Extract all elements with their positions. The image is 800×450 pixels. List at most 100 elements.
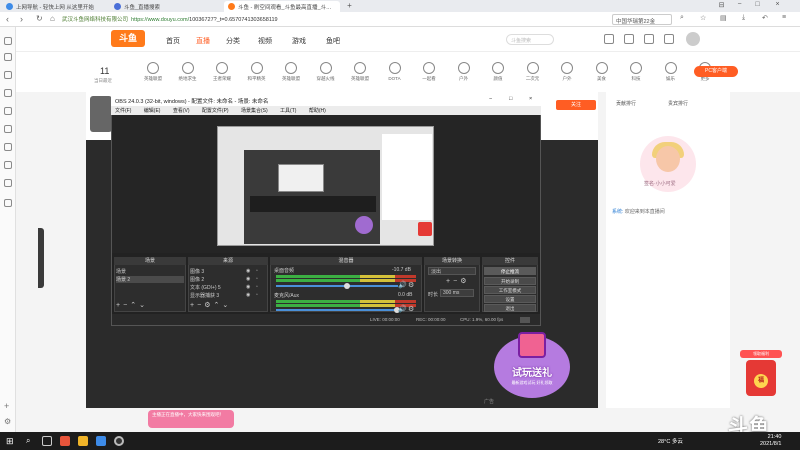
volume-slider-handle[interactable] <box>344 283 350 289</box>
volume-slider[interactable] <box>276 309 398 311</box>
maximize-button[interactable]: □ <box>509 96 512 102</box>
folder-icon[interactable] <box>78 436 88 446</box>
category-item[interactable]: 户外 <box>447 62 481 82</box>
douyu-search-input[interactable]: 斗鱼搜索 <box>506 34 554 45</box>
nav-home[interactable]: 首页 <box>166 36 180 46</box>
source-item[interactable]: 图像 2 ◉ ▫ <box>190 276 266 283</box>
bell-icon[interactable] <box>644 34 654 44</box>
follow-button[interactable]: 关注 <box>556 100 596 110</box>
category-item[interactable]: 娱乐 <box>654 62 688 82</box>
browser-icon[interactable] <box>96 436 106 446</box>
tab-contribution-rank[interactable]: 贡献排行 <box>616 100 636 107</box>
mail-icon[interactable] <box>4 143 12 151</box>
notice-bubble[interactable]: 主播正在直播中，大家快来围观吧！ <box>148 410 234 428</box>
gear-icon[interactable]: ⚙ <box>460 278 469 285</box>
home-icon[interactable]: ⌂ <box>50 14 55 23</box>
refresh-icon[interactable]: ↻ <box>36 14 43 23</box>
menu-help[interactable]: 帮助(H) <box>309 108 326 114</box>
browser-tab-active[interactable]: 斗鱼 - 刷空间观看_斗鱼最高直播_斗… <box>224 1 340 12</box>
note-icon[interactable] <box>4 199 12 207</box>
trial-gift-banner[interactable]: 试玩送礼 最新游戏试玩 好礼领取 <box>488 330 576 402</box>
new-tab-button[interactable]: + <box>344 1 355 10</box>
search-icon[interactable]: ⌕ <box>26 436 36 446</box>
upload-icon[interactable] <box>664 34 674 44</box>
menu-icon[interactable]: ≡ <box>782 14 786 21</box>
visibility-eye-icon[interactable]: ◉ <box>246 276 250 282</box>
scene-item-selected[interactable]: 场景 2 <box>116 276 184 283</box>
visibility-eye-icon[interactable]: ◉ <box>246 292 250 298</box>
undo-icon[interactable]: ↶ <box>762 14 768 22</box>
move-down-icon[interactable]: ⌄ <box>222 302 231 309</box>
visibility-eye-icon[interactable]: ◉ <box>246 284 250 290</box>
cart-icon[interactable] <box>4 107 12 115</box>
add-icon[interactable]: + <box>4 401 9 411</box>
duration-input[interactable]: 300 ms <box>440 289 474 297</box>
category-item[interactable]: DOTA <box>378 62 412 81</box>
start-recording-button[interactable]: 开始录制 <box>484 277 536 285</box>
player-side-handle[interactable] <box>38 228 44 288</box>
lock-icon[interactable]: ▫ <box>256 268 258 274</box>
weibo-icon[interactable] <box>4 179 12 187</box>
move-up-icon[interactable]: ⌃ <box>213 302 222 309</box>
stop-streaming-button[interactable]: 停止推流 <box>484 267 536 275</box>
tab-vip-rank[interactable]: 贵宾排行 <box>668 100 688 107</box>
category-item[interactable]: 户外 <box>550 62 584 82</box>
nav-game[interactable]: 游戏 <box>292 36 306 46</box>
chat-icon[interactable] <box>4 161 12 169</box>
lock-icon[interactable]: ▫ <box>256 276 258 282</box>
minimize-button[interactable]: − <box>734 1 745 8</box>
minimize-button[interactable]: − <box>489 96 492 102</box>
close-button[interactable]: × <box>529 96 532 102</box>
category-item[interactable]: 绝地求生 <box>171 62 205 82</box>
menu-tools[interactable]: 工具(T) <box>280 108 296 114</box>
weather-widget[interactable]: 28°C 多云 <box>658 437 683 445</box>
source-item[interactable]: 文本 (GDI+) 5 ◉ ▫ <box>190 284 266 291</box>
category-item[interactable]: 颜值 <box>481 62 515 82</box>
menu-file[interactable]: 文件(F) <box>115 108 131 114</box>
pc-client-button[interactable]: PC客户端 <box>694 66 738 77</box>
browser-search-input[interactable]: 中国华瑞第22金 <box>612 14 672 25</box>
red-packet-widget[interactable]: 领取福利 福 <box>740 350 782 398</box>
browser-tab[interactable]: 上网导航 - 轻快上网 从这里开始 <box>2 1 104 12</box>
nav-video[interactable]: 视频 <box>258 36 272 46</box>
category-item[interactable]: 二次元 <box>516 62 550 82</box>
bookmark-icon[interactable]: ▤ <box>720 14 727 22</box>
settings-icon[interactable]: ⚙ <box>4 417 11 426</box>
douyu-logo[interactable]: 斗鱼 <box>111 30 145 47</box>
anchor-avatar[interactable] <box>90 96 112 132</box>
menu-profile[interactable]: 配置文件(P) <box>202 108 229 114</box>
task-view-icon[interactable] <box>42 436 52 446</box>
nav-fishbar[interactable]: 鱼吧 <box>326 36 340 46</box>
move-up-icon[interactable]: ⌃ <box>130 302 139 309</box>
url-field[interactable]: 武汉斗鱼网络科技有限公司 https://www.douyu.com/10036… <box>62 15 422 25</box>
close-button[interactable]: × <box>772 1 783 8</box>
settings-button[interactable]: 设置 <box>484 295 536 303</box>
obs-icon[interactable] <box>114 436 124 446</box>
history-icon[interactable] <box>4 71 12 79</box>
gear-icon[interactable]: ⚙ <box>408 305 414 313</box>
restore-icon[interactable]: ⊟ <box>716 1 727 9</box>
source-item[interactable]: 图像 3 ◉ ▫ <box>190 268 266 275</box>
nav-category[interactable]: 分类 <box>226 36 240 46</box>
forward-icon[interactable]: › <box>20 14 23 24</box>
exit-button[interactable]: 退出 <box>484 304 536 312</box>
menu-view[interactable]: 查看(V) <box>173 108 190 114</box>
obs-title-bar[interactable]: OBS 24.0.3 (32-bit, windows) - 配置文件: 未命名… <box>111 96 541 106</box>
download-icon[interactable]: ⤓ <box>742 14 745 22</box>
lock-icon[interactable]: ▫ <box>256 292 258 298</box>
visibility-eye-icon[interactable]: ◉ <box>246 268 250 274</box>
message-icon[interactable] <box>624 34 634 44</box>
category-item[interactable]: 科技 <box>619 62 653 82</box>
category-item[interactable]: 王者荣耀 <box>205 62 239 82</box>
category-item[interactable]: 和平精英 <box>240 62 274 82</box>
studio-mode-button[interactable]: 工作室模式 <box>484 286 536 294</box>
star-icon[interactable] <box>4 37 12 45</box>
history-icon[interactable] <box>604 34 614 44</box>
windows-start-icon[interactable]: ⊞ <box>6 436 16 446</box>
search-icon[interactable]: ⌕ <box>680 14 684 22</box>
app-icon[interactable] <box>60 436 70 446</box>
speaker-icon[interactable]: 🔊 <box>398 281 407 289</box>
game-icon[interactable] <box>4 125 12 133</box>
volume-slider[interactable] <box>276 285 398 287</box>
avatar[interactable] <box>686 32 700 46</box>
